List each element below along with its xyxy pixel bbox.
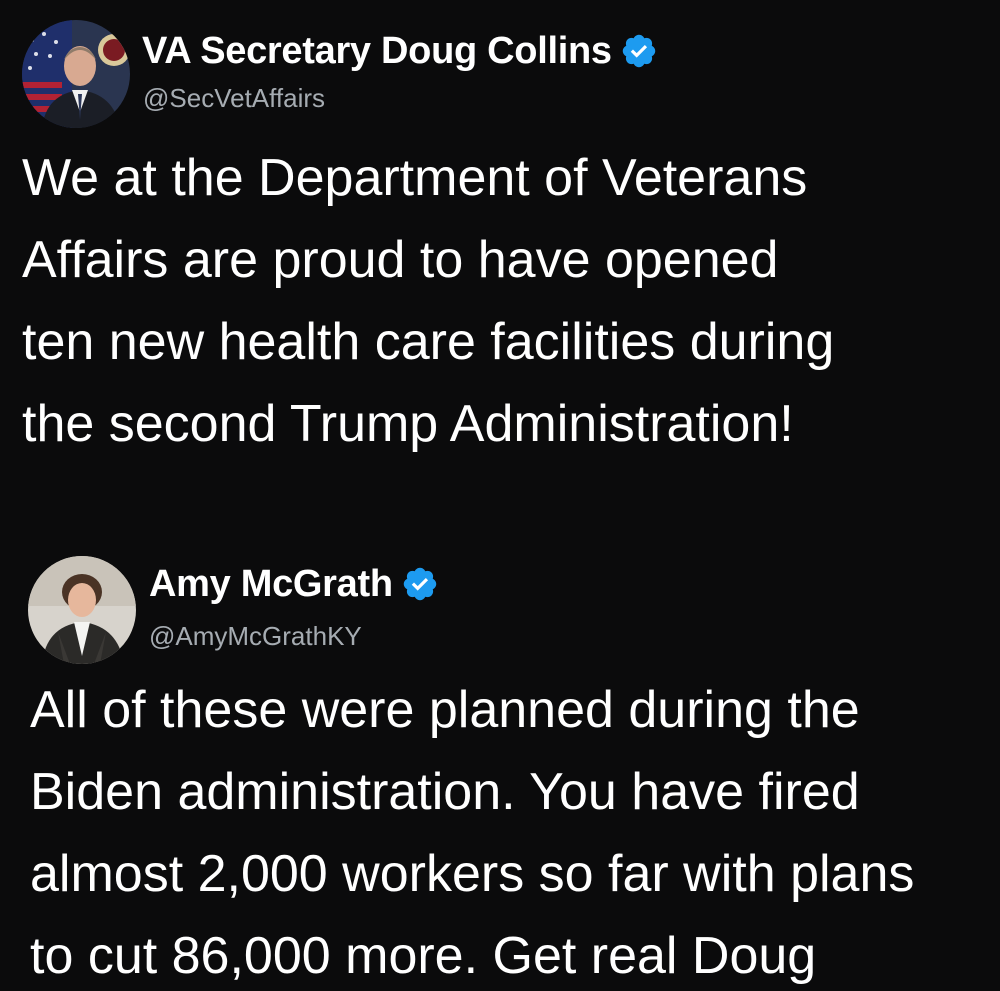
screenshot-page: VA Secretary Doug Collins @SecVetAffairs…	[0, 0, 1000, 991]
avatar-doug-collins[interactable]	[22, 20, 130, 128]
tweet-text: All of these were planned during the Bid…	[30, 669, 970, 991]
tweet-text-line: Affairs are proud to have opened	[22, 231, 779, 289]
avatar-amy-mcgrath[interactable]	[28, 556, 136, 664]
tweet-text-line: All of these were planned during the	[30, 681, 860, 739]
tweet-text-line: to cut 86,000 more. Get real Doug	[30, 927, 817, 985]
tweet-text-line: We at the Department of Veterans	[22, 149, 808, 207]
verified-badge-icon	[620, 32, 658, 70]
tweet-amy-mcgrath[interactable]: Amy McGrath @AmyMcGrathKY All of these w…	[0, 545, 1000, 991]
tweet-text-line: almost 2,000 workers so far with plans	[30, 845, 915, 903]
tweet-text: We at the Department of Veterans Affairs…	[22, 137, 982, 465]
verified-badge-icon	[401, 565, 439, 603]
display-name[interactable]: Amy McGrath	[149, 562, 393, 606]
tweet-text-line: Biden administration. You have fired	[30, 763, 860, 821]
user-handle[interactable]: @AmyMcGrathKY	[149, 621, 362, 651]
avatar-photo-icon	[28, 556, 136, 664]
tweet-doug-collins[interactable]: VA Secretary Doug Collins @SecVetAffairs…	[0, 0, 1000, 520]
display-name[interactable]: VA Secretary Doug Collins	[142, 29, 612, 73]
user-handle[interactable]: @SecVetAffairs	[143, 83, 325, 113]
tweet-text-line: the second Trump Administration!	[22, 395, 794, 453]
name-row: Amy McGrath	[149, 562, 439, 606]
avatar-photo-icon	[22, 20, 130, 128]
tweet-text-line: ten new health care facilities during	[22, 313, 835, 371]
name-row: VA Secretary Doug Collins	[142, 29, 658, 73]
